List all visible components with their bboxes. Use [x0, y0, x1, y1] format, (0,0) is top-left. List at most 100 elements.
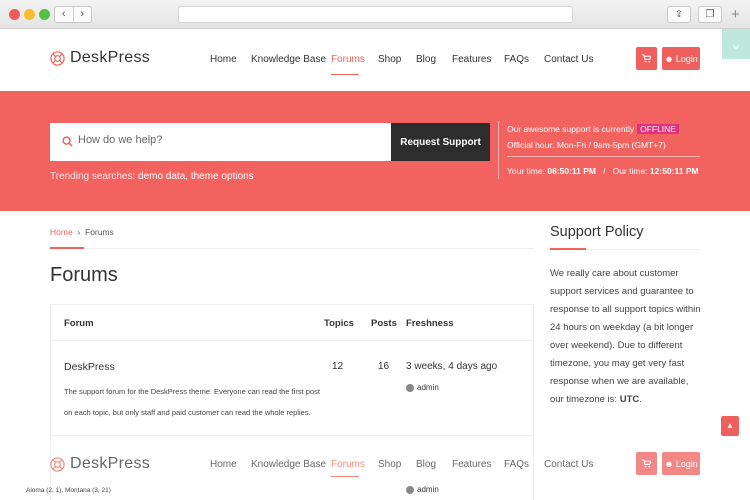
- author-name: admin: [417, 485, 439, 494]
- nav-contact-us[interactable]: Contact Us: [544, 459, 593, 470]
- our-time-label: Our time:: [612, 166, 648, 176]
- nav-blog[interactable]: Blog: [416, 459, 436, 470]
- your-time-value: 06:50:11 PM: [547, 166, 597, 176]
- divider: [50, 248, 534, 249]
- nav-forums[interactable]: Forums: [331, 459, 365, 470]
- time-separator: /: [603, 166, 606, 176]
- trending-searches: Trending searches: demo data, theme opti…: [50, 171, 254, 182]
- address-bar[interactable]: [178, 6, 573, 23]
- login-button[interactable]: ☻ Login: [662, 47, 700, 70]
- forum-description: The support forum for the DeskPress them…: [64, 387, 320, 417]
- divider: [498, 121, 499, 179]
- your-time-label: Your time:: [507, 166, 545, 176]
- support-policy-text: We really care about customer support se…: [550, 265, 702, 409]
- nav-features[interactable]: Features: [452, 54, 491, 65]
- avatar: [406, 383, 414, 392]
- page-title: Forums: [50, 264, 118, 286]
- policy-body: We really care about customer support se…: [550, 268, 701, 405]
- breadcrumb-chevron-icon: ›: [77, 227, 81, 237]
- posts-count: 16: [378, 361, 390, 372]
- trending-terms[interactable]: demo data, theme options: [138, 171, 254, 182]
- freshness-link[interactable]: 3 weeks, 4 days ago: [406, 361, 497, 372]
- accent-bar: [50, 247, 84, 249]
- nav-knowledge-base[interactable]: Knowledge Base: [251, 459, 326, 470]
- site-header: DeskPress Home Knowledge Base Forums Sho…: [0, 29, 750, 91]
- user-icon: ☻: [664, 458, 674, 469]
- nav-home[interactable]: Home: [210, 54, 237, 65]
- search-box: [50, 123, 391, 161]
- divider: [507, 156, 700, 157]
- policy-end: .: [639, 394, 642, 405]
- lifebuoy-icon: [50, 50, 65, 66]
- sidebar-title: Support Policy: [550, 224, 644, 240]
- time-readout: Your time: 06:50:11 PM / Our time: 12:50…: [507, 166, 699, 176]
- nav-knowledge-base[interactable]: Knowledge Base: [251, 54, 326, 65]
- timezone-value: UTC: [619, 394, 640, 405]
- side-panel-toggle[interactable]: ⌄: [722, 29, 750, 59]
- lifebuoy-icon: [50, 456, 65, 472]
- active-nav-underline: [331, 476, 359, 477]
- col-posts: Posts: [371, 318, 397, 329]
- hero-banner: Request Support Trending searches: demo …: [0, 91, 750, 211]
- site-logo[interactable]: DeskPress: [50, 49, 150, 67]
- site-name: DeskPress: [70, 49, 151, 66]
- search-icon: [62, 136, 73, 147]
- col-forum: Forum: [64, 318, 94, 329]
- trending-label: Trending searches:: [50, 171, 136, 182]
- sticky-header: DeskPress Home Knowledge Base Forums Sho…: [0, 443, 750, 485]
- search-input[interactable]: [78, 134, 378, 146]
- chevron-up-icon: ▲: [726, 421, 734, 430]
- col-topics: Topics: [324, 318, 354, 329]
- nav-contact-us[interactable]: Contact Us: [544, 54, 593, 65]
- nav-shop[interactable]: Shop: [378, 54, 401, 65]
- breadcrumb: Home › Forums: [50, 227, 114, 237]
- login-button[interactable]: ☻ Login: [662, 452, 700, 475]
- cart-icon: [642, 459, 651, 468]
- chevron-down-icon: ⌄: [730, 36, 742, 52]
- nav-features[interactable]: Features: [452, 459, 491, 470]
- login-label: Login: [675, 53, 698, 64]
- our-time-value: 12:50:11 PM: [649, 166, 699, 176]
- col-freshness: Freshness: [406, 318, 454, 329]
- scroll-to-top-button[interactable]: ▲: [721, 416, 739, 436]
- last-author[interactable]: admin: [406, 485, 439, 494]
- cart-button[interactable]: [636, 47, 657, 70]
- close-window-button[interactable]: [9, 9, 20, 20]
- share-icon[interactable]: ⇪: [667, 6, 691, 23]
- nav-forums[interactable]: Forums: [331, 54, 365, 65]
- cart-icon: [642, 54, 651, 63]
- avatar: [406, 485, 414, 494]
- minimize-window-button[interactable]: [24, 9, 35, 20]
- status-badge: OFFLINE: [637, 124, 679, 134]
- request-support-button[interactable]: Request Support: [391, 123, 490, 161]
- nav-blog[interactable]: Blog: [416, 54, 436, 65]
- breadcrumb-home[interactable]: Home: [50, 227, 73, 237]
- breadcrumb-current: Forums: [85, 227, 114, 237]
- nav-shop[interactable]: Shop: [378, 459, 401, 470]
- login-label: Login: [675, 458, 698, 469]
- status-text: Our awesome support is currently: [507, 124, 635, 134]
- browser-toolbar: ‹ › ⇪ ❐ +: [0, 0, 750, 29]
- last-author[interactable]: admin: [406, 383, 439, 392]
- maximize-window-button[interactable]: [39, 9, 50, 20]
- nav-faqs[interactable]: FAQs: [504, 54, 529, 65]
- forum-name-link[interactable]: DeskPress: [64, 361, 115, 373]
- user-icon: ☻: [664, 53, 674, 64]
- topics-count: 12: [332, 361, 344, 372]
- new-tab-plus-icon[interactable]: +: [731, 7, 740, 22]
- back-chevron-icon[interactable]: ‹: [55, 7, 74, 22]
- table-header: Forum Topics Posts Freshness: [51, 305, 533, 341]
- forward-chevron-icon[interactable]: ›: [74, 7, 92, 22]
- nav-faqs[interactable]: FAQs: [504, 459, 529, 470]
- active-nav-underline: [331, 74, 359, 75]
- subforum-list[interactable]: Aloma (2, 1), Montana (3, 21): [26, 487, 111, 494]
- nav-home[interactable]: Home: [210, 459, 237, 470]
- site-logo[interactable]: DeskPress: [50, 455, 150, 473]
- official-hours: Official hour: Mon-Fri / 9am-5pm (GMT+7): [507, 140, 666, 150]
- accent-bar: [550, 248, 586, 250]
- cart-button[interactable]: [636, 452, 657, 475]
- tabs-icon[interactable]: ❐: [698, 6, 722, 23]
- author-name: admin: [417, 383, 439, 392]
- divider: [51, 435, 533, 436]
- support-status: Our awesome support is currently OFFLINE: [507, 124, 679, 134]
